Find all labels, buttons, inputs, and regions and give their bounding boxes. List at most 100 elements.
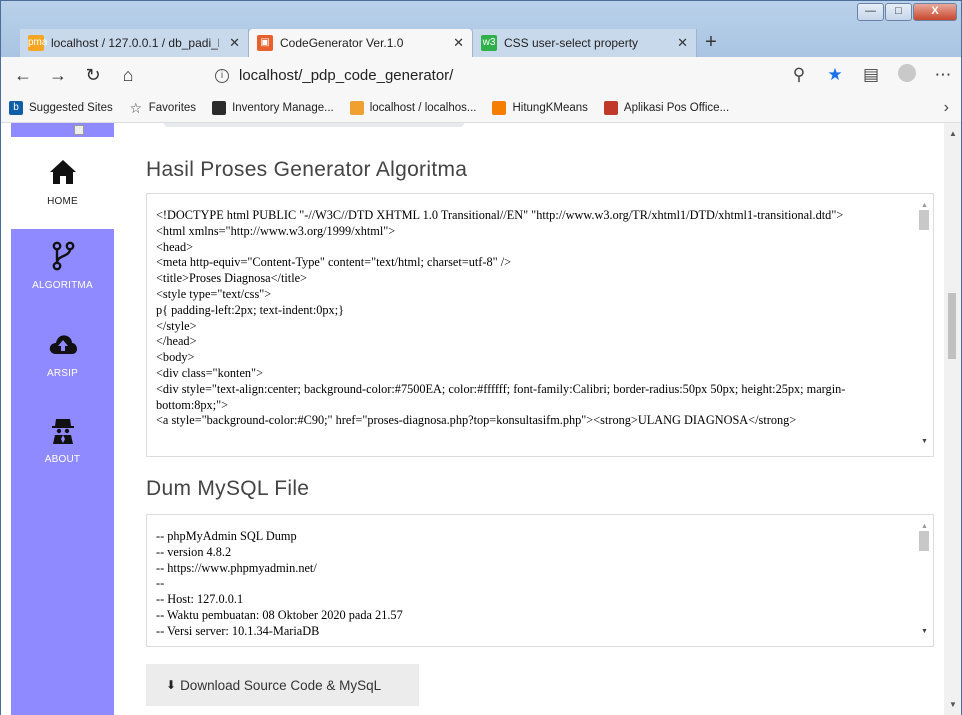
favorite-label: Aplikasi Pos Office... [623, 101, 730, 114]
scroll-down-arrow-icon[interactable]: ▼ [921, 624, 928, 640]
code-line: <meta http-equiv="Content-Type" content=… [156, 255, 512, 270]
scroll-up-arrow-icon[interactable]: ▲ [949, 129, 957, 138]
code-line: </head> [156, 334, 197, 349]
favorite-item[interactable]: b Suggested Sites [9, 100, 113, 115]
generated-code-textarea[interactable]: <!DOCTYPE html PUBLIC "-//W3C//DTD XHTML… [146, 193, 934, 457]
favorite-star-icon[interactable]: ★ [817, 65, 853, 85]
chevron-right-icon[interactable]: › [944, 99, 949, 117]
tab-title: CSS user-select property [504, 36, 639, 50]
info-icon[interactable]: i [215, 68, 229, 83]
sidebar-item-home[interactable]: HOME [11, 137, 114, 229]
blogger-icon [492, 100, 507, 115]
profile-avatar[interactable] [889, 63, 925, 87]
refresh-button[interactable]: ↻ [80, 62, 106, 88]
code-line: -- https://www.phpmyadmin.net/ [156, 560, 317, 575]
favorites-star-icon: ☆ [129, 99, 143, 116]
sql-dump-textarea[interactable]: -- phpMyAdmin SQL Dump -- version 4.8.2 --… [146, 514, 934, 647]
code-line: <div style="text-align:center; backgroun… [156, 381, 846, 412]
code-line: -- Host: 127.0.0.1 [156, 592, 244, 607]
cloud-upload-icon [49, 335, 77, 354]
scroll-thumb[interactable] [919, 210, 929, 230]
zoom-icon[interactable]: ⚲ [781, 65, 817, 85]
home-icon [49, 160, 76, 184]
forward-button[interactable]: → [45, 62, 71, 88]
phpmyadmin-icon [349, 100, 364, 115]
collections-icon[interactable]: ▤ [853, 65, 889, 85]
favorite-item[interactable]: localhost / localhos... [349, 100, 477, 115]
code-line: -- Versi server: 10.1.34-MariaDB [156, 623, 320, 638]
scroll-thumb[interactable] [948, 293, 956, 359]
address-bar[interactable]: i localhost/_pdp_code_generator/ [207, 63, 827, 88]
heading-hasil-proses: Hasil Proses Generator Algoritma [146, 158, 468, 181]
tab-3[interactable]: w3 CSS user-select property ✕ [473, 29, 697, 57]
favorites-bar: b Suggested Sites ☆ Favorites Inventory Mana… [1, 93, 961, 123]
favorite-item[interactable]: Inventory Manage... [212, 100, 334, 115]
inventory-icon [212, 100, 227, 115]
close-window-button[interactable]: X [913, 3, 957, 21]
close-tab-icon[interactable]: ✕ [453, 35, 464, 51]
code-line: <html xmlns="http://www.w3.org/1999/xhtm… [156, 223, 396, 238]
code-line: <a style="background-color:#C90;" href="… [156, 413, 797, 428]
scroll-down-arrow-icon[interactable]: ▼ [921, 434, 928, 450]
phpmyadmin-icon: pma [28, 35, 47, 51]
tab-title: CodeGenerator Ver.1.0 [280, 36, 404, 50]
address-text[interactable]: localhost/_pdp_code_generator/ [239, 67, 453, 84]
sidebar-label-algoritma: ALGORITMA [32, 280, 93, 291]
top-divider [164, 123, 464, 127]
scroll-thumb[interactable] [919, 531, 929, 551]
code-line: <div class="konten"> [156, 365, 264, 380]
sidebar-label-arsip: ARSIP [46, 368, 78, 379]
sidebar: HOME ALGORITMA ARSIP ABOUT [11, 123, 114, 715]
code-line: -- [156, 576, 165, 591]
navigation-bar: ← → ↻ ⌂ i localhost/_pdp_code_generator/… [1, 57, 961, 93]
minimize-button[interactable]: — [857, 3, 884, 21]
favorite-label: localhost / localhos... [369, 101, 477, 114]
back-button[interactable]: ← [10, 62, 36, 88]
sidebar-label-about: ABOUT [44, 454, 81, 465]
broken-image-icon [74, 125, 84, 135]
download-button[interactable]: ⬇ Download Source Code & MySqL [146, 664, 419, 706]
sidebar-item-arsip[interactable]: ARSIP [11, 329, 114, 395]
code-line: <body> [156, 350, 195, 365]
code-scrollbar[interactable]: ▲ ▼ [916, 194, 933, 456]
tab-strip: pma localhost / 127.0.0.1 / db_padi_b ✕ ▣ Co… [20, 29, 725, 57]
code-line: -- version 4.8.2 [156, 544, 232, 559]
favorite-item[interactable]: Aplikasi Pos Office... [603, 100, 730, 115]
favorite-label: HitungKMeans [512, 101, 588, 114]
favorite-label: Favorites [148, 101, 197, 114]
window-controls: — □ X [856, 3, 957, 21]
close-tab-icon[interactable]: ✕ [677, 35, 688, 51]
scroll-down-arrow-icon[interactable]: ▼ [949, 700, 957, 709]
browser-window: pma localhost / 127.0.0.1 / db_padi_b ✕ ▣ Co… [0, 0, 962, 715]
heading-dump-mysql: Dum MySQL File [146, 477, 310, 500]
favorite-item[interactable]: ☆ Favorites [129, 101, 196, 115]
tab-1[interactable]: pma localhost / 127.0.0.1 / db_padi_b ✕ [20, 29, 249, 57]
code-line: <head> [156, 239, 194, 254]
new-tab-button[interactable]: + [697, 29, 725, 57]
sidebar-item-algoritma[interactable]: ALGORITMA [11, 241, 114, 307]
sidebar-item-about[interactable]: ABOUT [11, 415, 114, 481]
app-icon [603, 100, 618, 115]
download-icon: ⬇ [166, 678, 177, 692]
favorite-label: Suggested Sites [29, 101, 113, 114]
code-line: <title>Proses Diagnosa</title> [156, 271, 308, 286]
code-line: -- Waktu pembuatan: 08 Oktober 2020 pada… [156, 607, 403, 622]
w3schools-icon: w3 [481, 35, 497, 51]
home-button[interactable]: ⌂ [115, 62, 141, 88]
tab-title: localhost / 127.0.0.1 / db_padi_b [51, 36, 220, 50]
more-menu-icon[interactable]: ⋯ [925, 65, 961, 85]
close-tab-icon[interactable]: ✕ [229, 35, 240, 51]
codegen-icon: ▣ [257, 35, 273, 51]
tab-2[interactable]: ▣ CodeGenerator Ver.1.0 ✕ [249, 29, 473, 57]
page-scrollbar[interactable]: ▲ ▼ [944, 123, 961, 715]
code-line: </style> [156, 318, 197, 333]
page-content: HOME ALGORITMA ARSIP ABOUT Hasil Proses … [1, 123, 961, 715]
code-line: <!DOCTYPE html PUBLIC "-//W3C//DTD XHTML… [156, 208, 844, 222]
toolbar-right: ⚲ ★ ▤ ⋯ [781, 57, 961, 93]
sidebar-label-home: HOME [47, 196, 78, 207]
code-line: p{ padding-left:2px; text-indent:0px;} [156, 302, 345, 317]
favorite-item[interactable]: HitungKMeans [492, 100, 588, 115]
title-bar: pma localhost / 127.0.0.1 / db_padi_b ✕ ▣ Co… [1, 1, 961, 57]
sql-scrollbar[interactable]: ▲ ▼ [916, 515, 933, 646]
maximize-button[interactable]: □ [885, 3, 912, 21]
